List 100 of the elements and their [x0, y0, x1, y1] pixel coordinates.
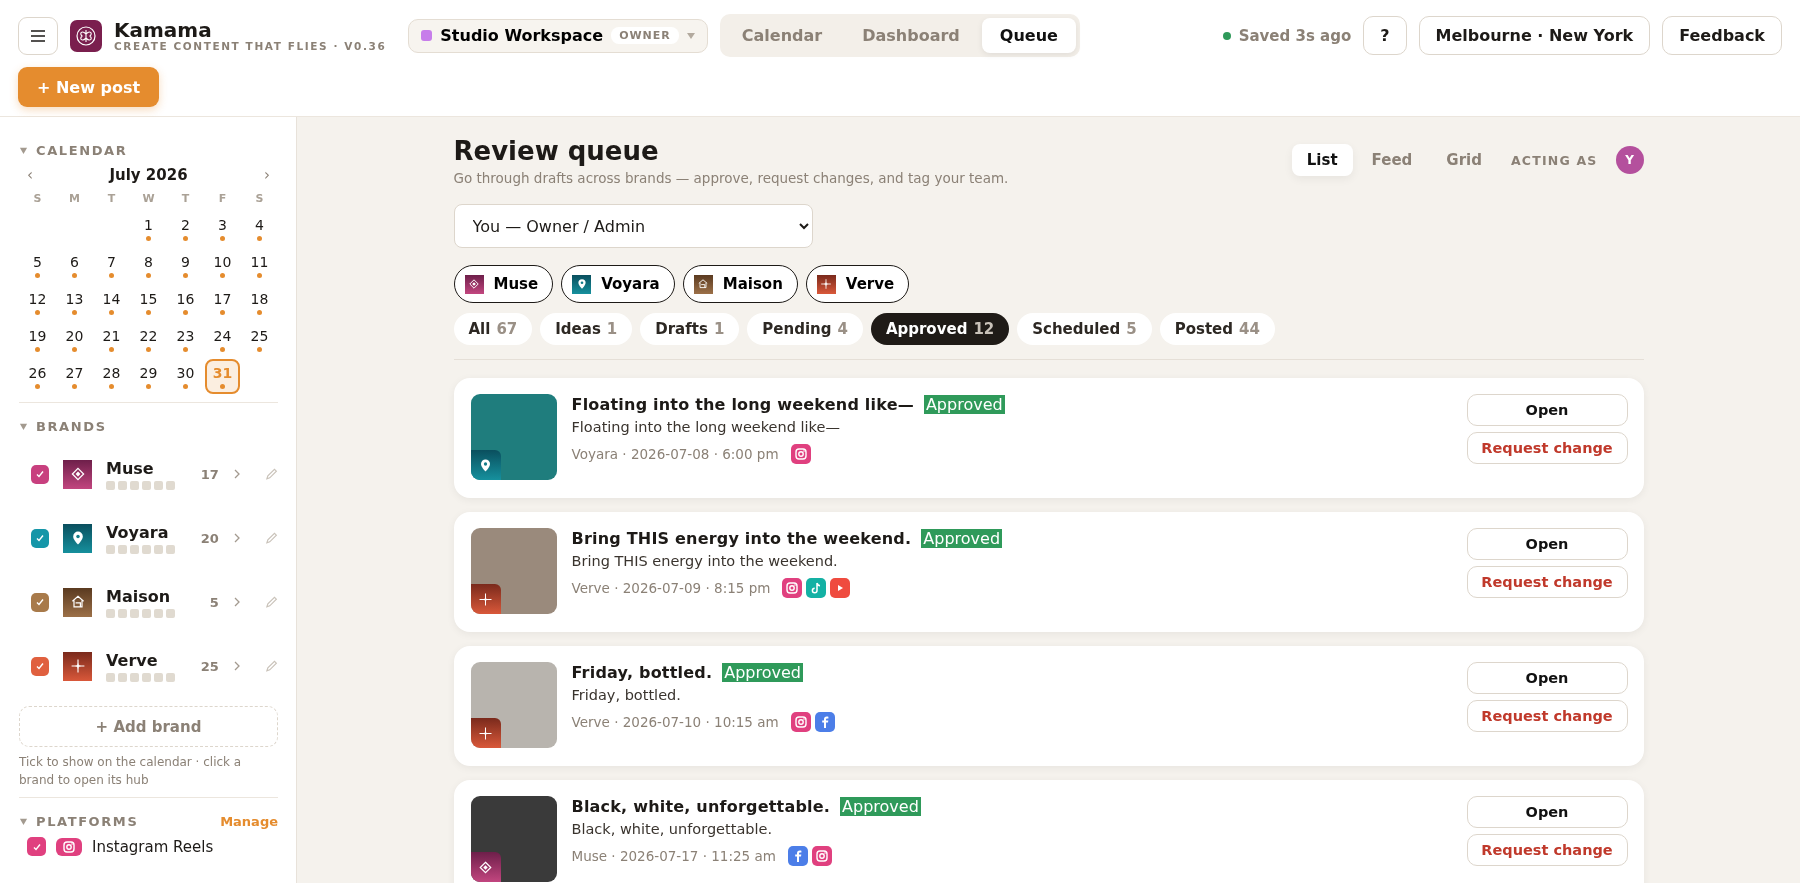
calendar-day[interactable]: 23 — [168, 322, 203, 357]
brand-name[interactable]: Verve — [106, 650, 182, 670]
user-avatar[interactable]: Y — [1615, 146, 1644, 174]
pencil-icon[interactable] — [264, 531, 278, 545]
collapse-caret-icon[interactable] — [19, 817, 28, 826]
calendar-day[interactable]: 20 — [57, 322, 92, 357]
brand-filter-chip[interactable]: Voyara — [561, 265, 675, 303]
request-change-button[interactable]: Request change — [1466, 700, 1628, 732]
request-change-button[interactable]: Request change — [1466, 432, 1628, 464]
status-badge: Approved — [923, 395, 1005, 414]
platform-checkbox[interactable] — [27, 837, 46, 856]
role-select[interactable]: You — Owner / Admin — [453, 204, 813, 248]
f-letter-icon — [787, 846, 808, 866]
brand-logo-icon — [63, 459, 93, 489]
calendar-day[interactable]: 19 — [20, 322, 55, 357]
post-title: Black, white, unforgettable. — [571, 797, 831, 816]
calendar-day[interactable]: 1 — [131, 211, 166, 246]
brand-logo-icon — [63, 587, 93, 617]
post-title: Friday, bottled. — [571, 663, 713, 682]
calendar-day[interactable]: 3 — [205, 211, 240, 246]
brand-checkbox[interactable] — [31, 656, 50, 676]
open-button[interactable]: Open — [1466, 528, 1628, 560]
calendar-day[interactable]: 11 — [242, 248, 277, 283]
nav-tab[interactable]: Queue — [981, 18, 1076, 53]
request-change-button[interactable]: Request change — [1466, 834, 1628, 866]
workspace-switcher[interactable]: Studio Workspace OWNER — [408, 18, 708, 53]
app-tagline: CREATE CONTENT THAT FLIES · V0.36 — [114, 39, 387, 52]
brand-name[interactable]: Maison — [106, 586, 182, 606]
brand-name[interactable]: Muse — [106, 458, 182, 478]
calendar-day[interactable]: 21 — [94, 322, 129, 357]
brand-filter-chip[interactable]: Muse — [453, 265, 554, 303]
checkmark-icon — [35, 597, 45, 607]
pencil-icon[interactable] — [264, 467, 278, 481]
chevron-right-icon[interactable] — [232, 660, 241, 672]
status-filter-chip[interactable]: Ideas 1 — [540, 313, 633, 345]
calendar-day[interactable]: 27 — [57, 359, 92, 394]
brand-filter-chip[interactable]: Maison — [682, 265, 798, 303]
status-filter-chip[interactable]: Scheduled 5 — [1017, 313, 1152, 345]
open-button[interactable]: Open — [1466, 662, 1628, 694]
collapse-caret-icon[interactable] — [19, 146, 28, 155]
open-button[interactable]: Open — [1466, 394, 1628, 426]
request-change-button[interactable]: Request change — [1466, 566, 1628, 598]
calendar-day[interactable]: 17 — [205, 285, 240, 320]
status-filter-chip[interactable]: Pending 4 — [747, 313, 863, 345]
butterfly-logo-icon — [70, 19, 102, 52]
pencil-icon[interactable] — [264, 595, 278, 609]
help-button[interactable]: ? — [1363, 16, 1407, 55]
menu-button[interactable] — [18, 16, 58, 55]
timezone-button[interactable]: Melbourne · New York — [1418, 16, 1651, 55]
brands-hint: Tick to show on the calendar · click a brand to open its hub — [19, 754, 243, 789]
brand-checkbox[interactable] — [31, 592, 50, 612]
calendar-day[interactable]: 25 — [242, 322, 277, 357]
open-button[interactable]: Open — [1466, 796, 1628, 828]
calendar-day[interactable]: 15 — [131, 285, 166, 320]
view-toggle[interactable]: List — [1291, 144, 1353, 176]
calendar-day[interactable]: 6 — [57, 248, 92, 283]
camera-icon — [811, 846, 832, 866]
previous-month-button[interactable]: ‹ — [25, 166, 35, 184]
calendar-day[interactable]: 7 — [94, 248, 129, 283]
calendar-day[interactable]: 13 — [57, 285, 92, 320]
status-filter-chip[interactable]: All 67 — [453, 313, 533, 345]
f-letter-icon — [814, 712, 835, 732]
section-title: PLATFORMS — [36, 814, 140, 829]
calendar-day[interactable]: 8 — [131, 248, 166, 283]
post-count: 25 — [199, 658, 219, 674]
status-badge: Approved — [840, 797, 921, 816]
next-month-button[interactable]: › — [262, 166, 272, 184]
brand-logo-icon — [464, 274, 484, 294]
calendar-day[interactable]: 2 — [168, 211, 203, 246]
calendar-day[interactable]: 5 — [20, 248, 55, 283]
brand-badge-icon — [470, 450, 501, 480]
calendar-day[interactable]: 16 — [168, 285, 203, 320]
chevron-right-icon[interactable] — [232, 468, 241, 480]
calendar-day[interactable]: 14 — [94, 285, 129, 320]
brand-checkbox[interactable] — [31, 528, 50, 548]
brand-filter-chip[interactable]: Verve — [805, 265, 910, 303]
calendar-day[interactable]: 26 — [20, 359, 55, 394]
status-filter-chip[interactable]: Drafts 1 — [640, 313, 740, 345]
calendar-day[interactable]: 12 — [20, 285, 55, 320]
pencil-icon[interactable] — [264, 659, 278, 673]
feedback-button[interactable]: Feedback — [1662, 16, 1782, 55]
calendar-day[interactable]: 29 — [131, 359, 166, 394]
status-filter-chip[interactable]: Posted 44 — [1159, 313, 1275, 345]
chevron-right-icon[interactable] — [232, 596, 241, 608]
calendar-day[interactable]: 4 — [242, 211, 277, 246]
calendar-day[interactable]: 18 — [242, 285, 277, 320]
chevron-right-icon[interactable] — [232, 532, 241, 544]
calendar-day[interactable]: 28 — [94, 359, 129, 394]
brand-checkbox[interactable] — [31, 464, 50, 484]
calendar-day[interactable]: 22 — [131, 322, 166, 357]
add-brand-button[interactable]: + Add brand — [19, 706, 278, 747]
calendar-day[interactable]: 10 — [205, 248, 240, 283]
calendar-day[interactable]: 9 — [168, 248, 203, 283]
checkmark-icon — [35, 533, 45, 543]
calendar-day[interactable]: 24 — [205, 322, 240, 357]
collapse-caret-icon[interactable] — [19, 422, 28, 431]
calendar-day[interactable]: 30 — [168, 359, 203, 394]
brand-name[interactable]: Voyara — [106, 522, 182, 542]
post-caption: Friday, bottled. — [571, 687, 682, 703]
status-filter-chip[interactable]: Approved 12 — [870, 313, 1010, 345]
